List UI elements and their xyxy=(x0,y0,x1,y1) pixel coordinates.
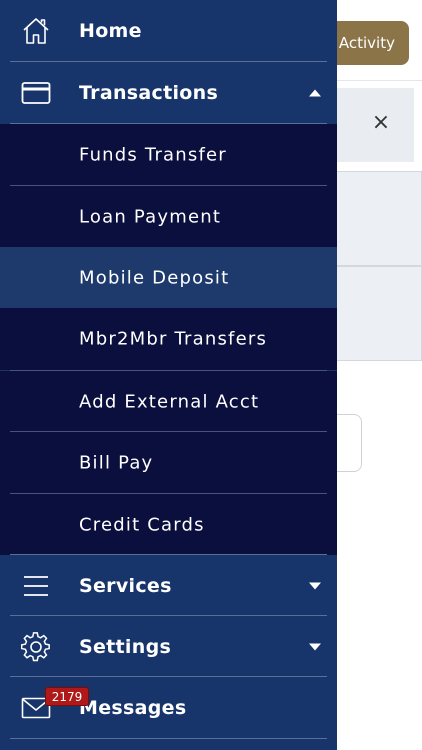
chevron-up-icon xyxy=(309,89,321,97)
nav-item-label: Services xyxy=(79,575,172,597)
nav-item-label: Home xyxy=(79,20,142,42)
card-icon xyxy=(20,77,52,109)
nav-item-home[interactable]: Home xyxy=(0,0,337,62)
submenu-item-label: Credit Cards xyxy=(79,514,205,536)
header-divider xyxy=(337,80,422,81)
submenu-item-label: Funds Transfer xyxy=(79,144,227,166)
activity-button-label: Activity xyxy=(338,34,395,52)
submenu-item-label: Mbr2Mbr Transfers xyxy=(79,328,268,350)
submenu-item-loan-payment[interactable]: Loan Payment xyxy=(0,186,337,248)
menu-icon xyxy=(20,570,52,602)
submenu-item-label: Add External Acct xyxy=(79,391,260,413)
account-card[interactable] xyxy=(330,266,422,361)
nav-item-label: Settings xyxy=(79,636,172,658)
gear-icon xyxy=(20,631,52,663)
nav-item-label: Messages xyxy=(79,697,187,719)
submenu-item-label: Loan Payment xyxy=(79,206,222,228)
close-icon[interactable]: × xyxy=(370,112,392,134)
submenu-item-bill-pay[interactable]: Bill Pay xyxy=(0,432,337,494)
submenu-item-mobile-deposit[interactable]: Mobile Deposit xyxy=(0,247,337,309)
submenu-item-funds-transfer[interactable]: Funds Transfer xyxy=(0,124,337,186)
submenu-item-label: Bill Pay xyxy=(79,452,154,474)
nav-drawer: Home Transactions Funds Transfer Loan Pa… xyxy=(0,0,337,750)
nav-divider xyxy=(10,738,327,739)
nav-item-services[interactable]: Services xyxy=(0,555,337,617)
submenu-item-credit-cards[interactable]: Credit Cards xyxy=(0,494,337,556)
submenu-item-add-external-acct[interactable]: Add External Acct xyxy=(0,371,337,433)
chevron-down-icon xyxy=(309,582,321,590)
submenu-item-label: Mobile Deposit xyxy=(79,267,230,289)
home-icon xyxy=(20,15,52,47)
nav-item-settings[interactable]: Settings xyxy=(0,616,337,678)
unread-count-badge: 2179 xyxy=(45,687,89,706)
submenu-item-mbr2mbr-transfers[interactable]: Mbr2Mbr Transfers xyxy=(0,308,337,370)
nav-item-label: Transactions xyxy=(79,82,219,104)
chevron-down-icon xyxy=(309,643,321,651)
nav-item-transactions[interactable]: Transactions xyxy=(0,62,337,124)
account-card[interactable] xyxy=(330,171,422,266)
activity-button[interactable]: Activity xyxy=(328,21,409,65)
